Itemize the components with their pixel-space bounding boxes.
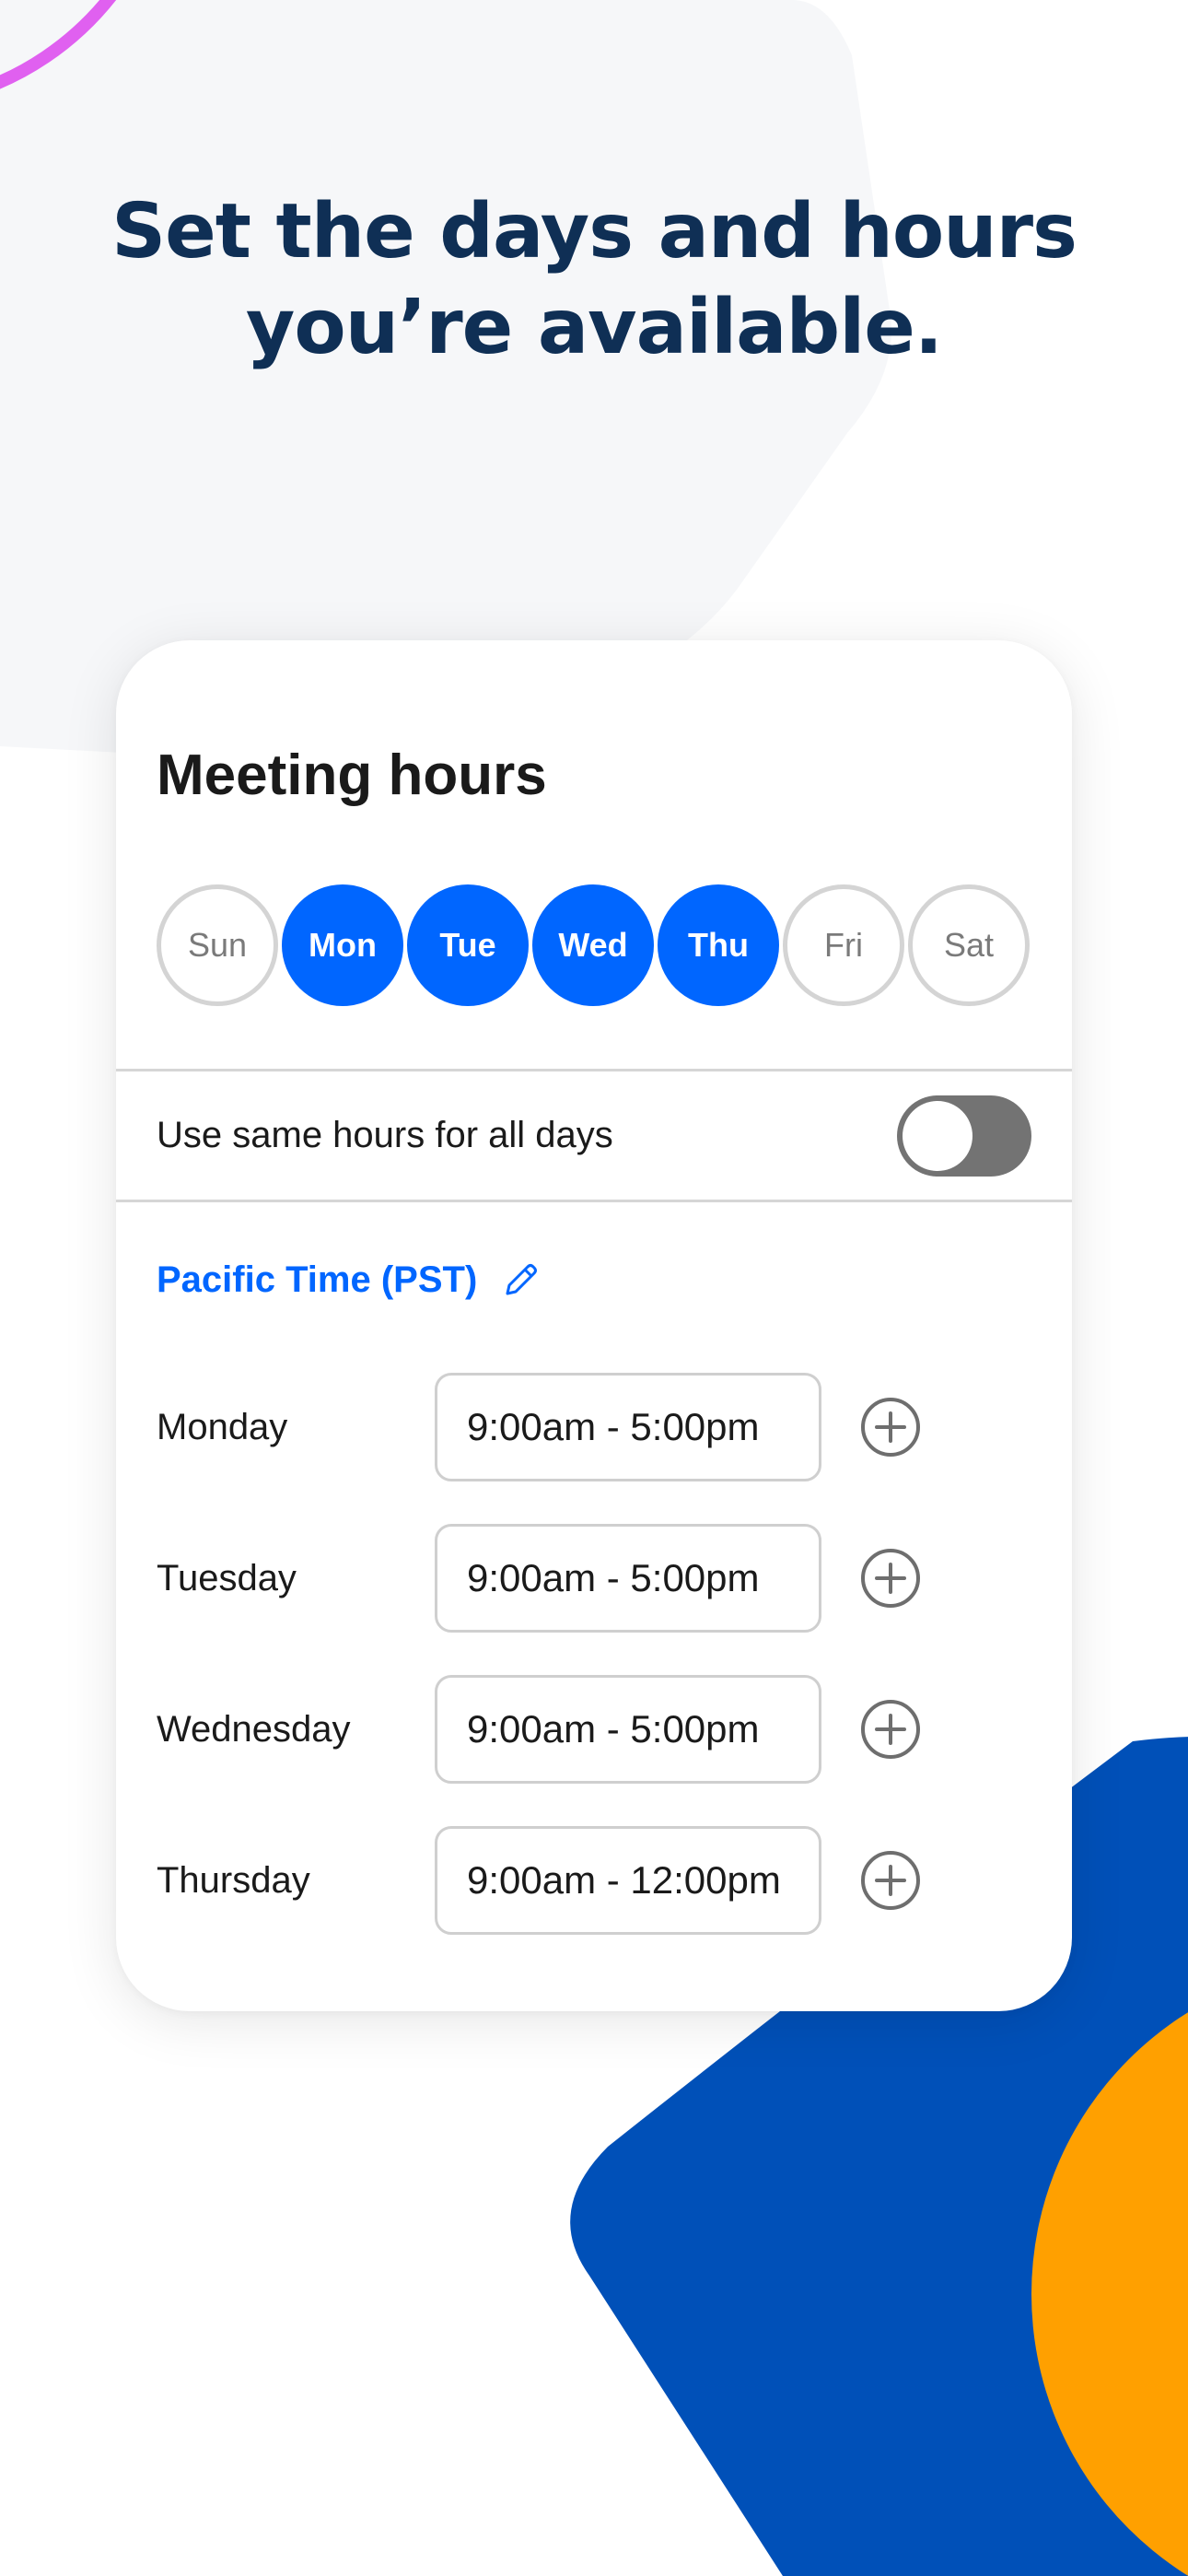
headline-line-1: Set the days and hours [111, 188, 1077, 275]
plus-circle-icon [861, 1700, 920, 1759]
schedule-day-label: Thursday [157, 1860, 310, 1901]
pencil-icon[interactable] [499, 1258, 543, 1302]
card-title: Meeting hours [157, 744, 547, 807]
schedule-day-label: Wednesday [157, 1709, 351, 1750]
time-range-field[interactable]: 9:00am - 12:00pm [435, 1826, 821, 1935]
same-hours-label: Use same hours for all days [157, 1115, 613, 1155]
toggle-knob [903, 1100, 973, 1171]
headline: Set the days and hours you’re available. [0, 184, 1188, 376]
schedule-row-monday: Monday 9:00am - 5:00pm [157, 1373, 985, 1481]
add-time-range-button[interactable] [860, 1699, 921, 1760]
day-chip-wed[interactable]: Wed [532, 884, 654, 1006]
schedule-row-wednesday: Wednesday 9:00am - 5:00pm [157, 1675, 985, 1784]
add-time-range-button[interactable] [860, 1397, 921, 1458]
plus-circle-icon [861, 1851, 920, 1910]
schedule-day-label: Tuesday [157, 1558, 297, 1598]
day-chip-fri[interactable]: Fri [783, 884, 904, 1006]
time-range-field[interactable]: 9:00am - 5:00pm [435, 1524, 821, 1633]
plus-circle-icon [861, 1549, 920, 1608]
timezone-label: Pacific Time (PST) [157, 1259, 478, 1300]
schedule-day-label: Monday [157, 1407, 288, 1447]
day-chip-sat[interactable]: Sat [908, 884, 1030, 1006]
add-time-range-button[interactable] [860, 1548, 921, 1609]
plus-circle-icon [861, 1398, 920, 1457]
divider-bottom [116, 1200, 1072, 1202]
time-range-field[interactable]: 9:00am - 5:00pm [435, 1373, 821, 1481]
day-chip-tue[interactable]: Tue [407, 884, 529, 1006]
meeting-hours-card: Meeting hours Sun Mon Tue Wed Thu Fri Sa… [116, 640, 1072, 2011]
time-range-field[interactable]: 9:00am - 5:00pm [435, 1675, 821, 1784]
same-hours-row: Use same hours for all days [157, 1071, 1031, 1200]
headline-line-2: you’re available. [245, 284, 943, 371]
same-hours-toggle[interactable] [897, 1095, 1031, 1177]
add-time-range-button[interactable] [860, 1850, 921, 1911]
day-chip-sun[interactable]: Sun [157, 884, 278, 1006]
timezone-selector[interactable]: Pacific Time (PST) [157, 1258, 543, 1302]
day-selector: Sun Mon Tue Wed Thu Fri Sat [157, 884, 1030, 1006]
day-chip-mon[interactable]: Mon [282, 884, 403, 1006]
day-chip-thu[interactable]: Thu [658, 884, 779, 1006]
schedule-row-tuesday: Tuesday 9:00am - 5:00pm [157, 1524, 985, 1633]
schedule-row-thursday: Thursday 9:00am - 12:00pm [157, 1826, 985, 1935]
